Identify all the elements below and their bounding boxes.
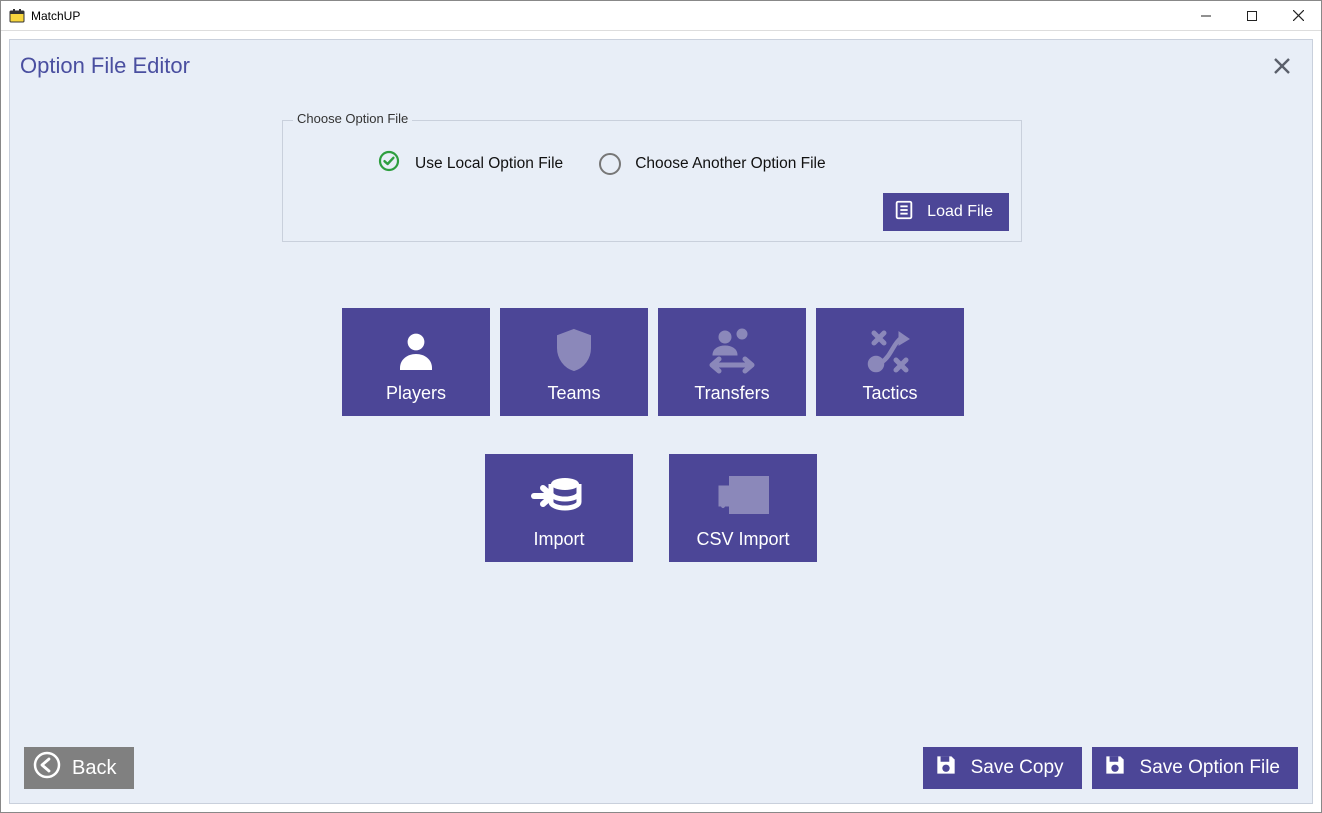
- client-area: Option File Editor Choose Option File: [1, 31, 1321, 812]
- tile-csv-import[interactable]: CSV Import: [669, 454, 817, 562]
- arrow-left-circle-icon: [32, 750, 62, 786]
- panel-header: Option File Editor: [10, 40, 1312, 84]
- minimize-button[interactable]: [1183, 1, 1229, 31]
- maximize-button[interactable]: [1229, 1, 1275, 31]
- tile-players-label: Players: [386, 383, 446, 404]
- save-icon: [1102, 752, 1128, 784]
- back-label: Back: [72, 757, 116, 780]
- content-area: Choose Option File Use Local Option File: [10, 84, 1312, 803]
- tiles-row-2: Import: [485, 454, 817, 562]
- panel-close-button[interactable]: [1268, 52, 1296, 80]
- group-label: Choose Option File: [293, 111, 412, 126]
- tile-import[interactable]: Import: [485, 454, 633, 562]
- back-button[interactable]: Back: [24, 747, 134, 789]
- import-icon: [531, 454, 587, 529]
- radio-choose-another[interactable]: Choose Another Option File: [599, 153, 825, 175]
- tiles-row-1: Players Teams: [342, 308, 964, 416]
- tile-csv-import-label: CSV Import: [696, 529, 789, 550]
- radio-checked-icon: [377, 149, 401, 178]
- shield-icon: [550, 308, 598, 383]
- tile-tactics-label: Tactics: [862, 383, 917, 404]
- titlebar: MatchUP: [1, 1, 1321, 31]
- transfers-icon: [705, 308, 759, 383]
- tile-teams[interactable]: Teams: [500, 308, 648, 416]
- save-option-file-button[interactable]: Save Option File: [1092, 747, 1298, 789]
- app-icon: [9, 8, 25, 24]
- person-icon: [392, 308, 440, 383]
- load-file-button[interactable]: Load File: [883, 193, 1009, 231]
- radio-unchecked-icon: [599, 153, 621, 175]
- load-file-label: Load File: [927, 203, 993, 221]
- choose-option-file-group: Choose Option File Use Local Option File: [282, 120, 1022, 242]
- spreadsheet-icon: [715, 454, 771, 529]
- tile-transfers-label: Transfers: [694, 383, 769, 404]
- tile-tactics[interactable]: Tactics: [816, 308, 964, 416]
- save-option-label: Save Option File: [1140, 757, 1280, 779]
- tile-transfers[interactable]: Transfers: [658, 308, 806, 416]
- app-window: MatchUP Option File Editor Cho: [0, 0, 1322, 813]
- radio-another-label: Choose Another Option File: [635, 155, 825, 173]
- tile-players[interactable]: Players: [342, 308, 490, 416]
- editor-panel: Option File Editor Choose Option File: [9, 39, 1313, 804]
- radio-use-local[interactable]: Use Local Option File: [377, 149, 563, 178]
- radio-local-label: Use Local Option File: [415, 155, 563, 173]
- save-icon: [933, 752, 959, 784]
- footer-bar: Back Save Copy Save Option File: [10, 743, 1312, 803]
- page-title: Option File Editor: [20, 53, 190, 79]
- save-copy-button[interactable]: Save Copy: [923, 747, 1082, 789]
- tactics-icon: [863, 308, 917, 383]
- tile-teams-label: Teams: [547, 383, 600, 404]
- radio-row: Use Local Option File Choose Another Opt…: [283, 121, 1021, 178]
- document-list-icon: [893, 199, 915, 226]
- tile-import-label: Import: [533, 529, 584, 550]
- close-button[interactable]: [1275, 1, 1321, 31]
- save-copy-label: Save Copy: [971, 757, 1064, 779]
- app-title: MatchUP: [31, 9, 80, 23]
- window-controls: [1183, 1, 1321, 31]
